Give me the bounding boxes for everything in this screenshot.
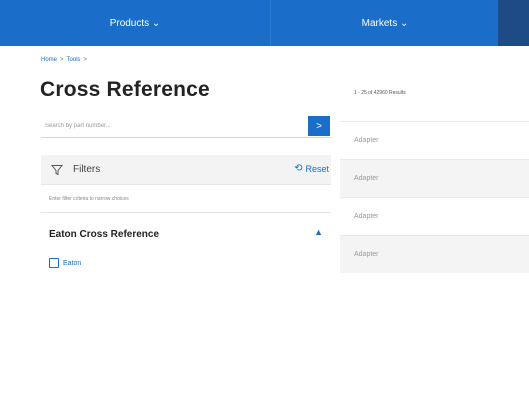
result-item[interactable]: Adapter: [340, 197, 529, 235]
search-input[interactable]: [41, 114, 303, 138]
checkbox-label: Eaton: [63, 259, 82, 267]
products-menu[interactable]: Products ⌄: [0, 0, 271, 46]
part-search: >: [41, 114, 331, 138]
result-item[interactable]: Adapter: [340, 235, 529, 273]
filter-hint: Enter filter criteria to narrow choices: [41, 185, 331, 213]
reset-label: Reset: [305, 163, 329, 174]
page-content: Home > Tools > Cross Reference > Filters…: [0, 46, 529, 274]
nav-extra-block[interactable]: [498, 0, 529, 46]
search-button[interactable]: >: [308, 116, 330, 136]
filters-label: Filters: [73, 164, 101, 175]
filter-icon: [51, 165, 63, 176]
chevron-up-icon[interactable]: ▲: [314, 227, 323, 237]
filters-header: Filters ⟲ Reset: [41, 155, 331, 185]
result-item[interactable]: Adapter: [340, 121, 529, 159]
breadcrumb-home-link[interactable]: Home: [41, 57, 57, 63]
reset-icon: ⟲: [294, 163, 303, 174]
results-count: 1 - 25 of 42960 Results: [354, 90, 406, 96]
eaton-checkbox-option[interactable]: Eaton: [49, 258, 81, 268]
breadcrumb-separator: >: [83, 57, 88, 63]
section-title: Eaton Cross Reference: [49, 229, 160, 240]
checkbox[interactable]: [49, 258, 59, 268]
chevron-right-icon: >: [316, 120, 322, 132]
eaton-cross-reference-section[interactable]: Eaton Cross Reference ▲: [41, 223, 331, 245]
top-navigation-bar: Products ⌄ Markets ⌄: [0, 0, 529, 46]
results-list: Adapter Adapter Adapter Adapter: [340, 121, 529, 273]
markets-menu[interactable]: Markets ⌄: [272, 0, 498, 46]
breadcrumb-tools-link[interactable]: Tools: [67, 57, 81, 63]
breadcrumb: Home > Tools >: [41, 57, 87, 63]
page-title: Cross Reference: [40, 78, 210, 101]
result-item[interactable]: Adapter: [340, 159, 529, 197]
reset-button[interactable]: ⟲ Reset: [294, 163, 329, 174]
breadcrumb-separator: >: [60, 57, 64, 63]
